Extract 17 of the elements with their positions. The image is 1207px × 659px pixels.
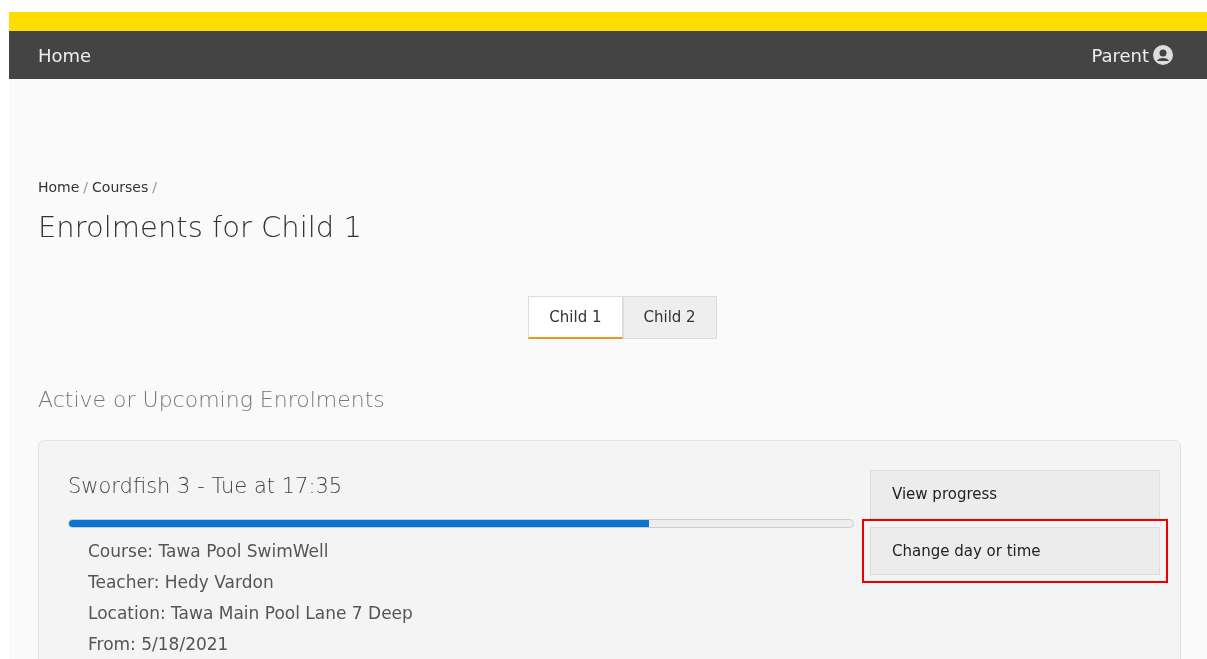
section-heading: Active or Upcoming Enrolments xyxy=(38,386,386,414)
child-tab[interactable]: Child 1 xyxy=(528,295,623,339)
detail-text: Course: Tawa Pool SwimWell xyxy=(88,539,330,563)
detail-text: Location: Tawa Main Pool Lane 7 Deep xyxy=(88,601,414,625)
breadcrumb-separator: / xyxy=(152,179,157,195)
child-tab[interactable]: Child 2 xyxy=(622,295,717,339)
action-button[interactable]: View progress xyxy=(870,470,1160,519)
breadcrumb-separator: / xyxy=(83,179,89,195)
home-link[interactable]: Home xyxy=(38,41,92,69)
detail-text: From: 5/18/2021 xyxy=(88,632,230,656)
detail-text: Teacher: Hedy Vardon xyxy=(88,570,275,594)
page-title: Enrolments for Child 1 xyxy=(38,209,363,246)
user-icon[interactable] xyxy=(1153,45,1173,65)
breadcrumb-link[interactable]: Home xyxy=(38,179,80,195)
enrolment-title: Swordfish 3 - Tue at 17:35 xyxy=(68,473,344,500)
breadcrumb-link[interactable]: Courses xyxy=(92,179,149,195)
user-name[interactable]: Parent xyxy=(1091,41,1149,69)
